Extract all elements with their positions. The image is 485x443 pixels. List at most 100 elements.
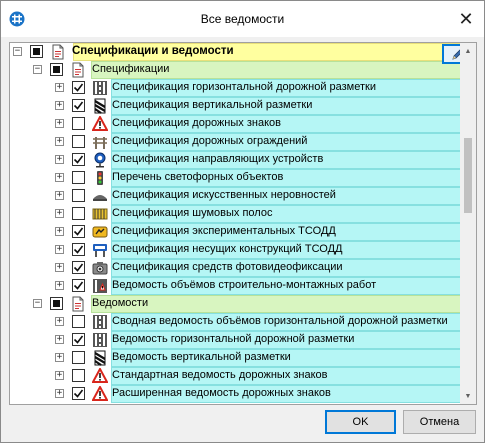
expand-toggle[interactable]: + [55, 281, 64, 290]
tree-node-item[interactable]: + Спецификация дорожных знаков [10, 115, 461, 133]
tree-node-label: Сводная ведомость объёмов горизонтальной… [112, 315, 448, 327]
expand-toggle[interactable]: + [55, 335, 64, 344]
expand-toggle[interactable]: + [55, 119, 64, 128]
item-checkbox[interactable] [72, 99, 85, 112]
warning-sign-icon [92, 386, 108, 401]
tree-node-label: Спецификация несущих конструкций ТСОДД [112, 243, 343, 255]
experimental-tsodd-icon [92, 226, 108, 238]
ok-button[interactable]: OK [325, 410, 396, 434]
vertical-marking-icon [94, 98, 106, 114]
window-title: Все ведомости [200, 12, 285, 26]
tree-node-item[interactable]: + Спецификация средств фотовидеофиксации [10, 259, 461, 277]
tree-node-label: Спецификация дорожных знаков [112, 117, 281, 129]
item-checkbox[interactable] [72, 171, 85, 184]
expand-collapse-toggle[interactable]: − [13, 47, 22, 56]
tree-node-item[interactable]: + Спецификация вертикальной разметки [10, 97, 461, 115]
tree-node-item[interactable]: + Спецификация несущих конструкций ТСОДД [10, 241, 461, 259]
item-checkbox[interactable] [72, 261, 85, 274]
tree-node-group[interactable]: − Ведомости [10, 295, 461, 313]
rumble-strip-icon [92, 208, 108, 220]
tree-node-group[interactable]: − Спецификации [10, 61, 461, 79]
item-checkbox[interactable] [72, 81, 85, 94]
expand-toggle[interactable]: + [55, 209, 64, 218]
item-checkbox[interactable] [72, 117, 85, 130]
root-checkbox[interactable] [30, 45, 43, 58]
expand-toggle[interactable]: + [55, 353, 64, 362]
tree-node-label: Спецификация средств фотовидеофиксации [112, 261, 343, 273]
tree-node-label: Спецификация направляющих устройств [112, 153, 324, 165]
item-checkbox[interactable] [72, 243, 85, 256]
item-checkbox[interactable] [72, 279, 85, 292]
tree-node-label: Перечень светофорных объектов [112, 171, 284, 183]
item-checkbox[interactable] [72, 135, 85, 148]
camera-icon [92, 262, 108, 275]
tree-node-label: Ведомость объёмов строительно-монтажных … [112, 279, 377, 291]
expand-toggle[interactable]: + [55, 371, 64, 380]
tree-node-item[interactable]: + Спецификация горизонтальной дорожной ра… [10, 79, 461, 97]
tree-node-item[interactable]: + Стандартная ведомость дорожных знаков [10, 367, 461, 385]
tree-node-item[interactable]: + Ведомость горизонтальной дорожной разме… [10, 331, 461, 349]
expand-collapse-toggle[interactable]: − [33, 65, 42, 74]
tree-node-label: Спецификация шумовых полос [112, 207, 273, 219]
item-checkbox[interactable] [72, 333, 85, 346]
expand-toggle[interactable]: + [55, 155, 64, 164]
item-checkbox[interactable] [72, 153, 85, 166]
tree-node-item[interactable]: + Расширенная ведомость дорожных знаков [10, 385, 461, 403]
item-checkbox[interactable] [72, 387, 85, 400]
tree-node-label: Спецификация дорожных ограждений [112, 135, 308, 147]
warning-sign-icon [92, 116, 108, 131]
tree-node-root[interactable]: − Спецификации и ведомости [10, 43, 461, 61]
report-tree[interactable]: − Спецификации и ведомости − Спецификации + С… [9, 42, 477, 405]
tree-node-label: Ведомость вертикальной разметки [112, 351, 291, 363]
tree-node-item[interactable]: + Сводная ведомость объёмов горизонтально… [10, 313, 461, 331]
tree-node-item[interactable]: + Перечень светофорных объектов [10, 169, 461, 187]
expand-toggle[interactable]: + [55, 389, 64, 398]
document-icon [72, 296, 84, 312]
document-icon [52, 44, 64, 60]
expand-toggle[interactable]: + [55, 101, 64, 110]
tree-node-item[interactable]: + Спецификация искусственных неровностей [10, 187, 461, 205]
expand-toggle[interactable]: + [55, 245, 64, 254]
item-checkbox[interactable] [72, 225, 85, 238]
item-checkbox[interactable] [72, 369, 85, 382]
scroll-up-icon[interactable]: ▲ [460, 43, 476, 59]
support-structure-icon [93, 244, 107, 257]
expand-collapse-toggle[interactable]: − [33, 299, 42, 308]
tree-node-label: Спецификация горизонтальной дорожной раз… [112, 81, 376, 93]
expand-toggle[interactable]: + [55, 191, 64, 200]
tree-node-label: Спецификации и ведомости [72, 45, 234, 57]
tree-node-label: Расширенная ведомость дорожных знаков [112, 387, 331, 399]
expand-toggle[interactable]: + [55, 317, 64, 326]
tree-node-label: Ведомость горизонтальной дорожной размет… [112, 333, 355, 345]
tree-rows: − Спецификации и ведомости − Спецификации + С… [10, 43, 461, 403]
cancel-button[interactable]: Отмена [403, 410, 476, 434]
scroll-down-icon[interactable]: ▼ [460, 388, 476, 404]
tree-node-item[interactable]: + Ведомость объёмов строительно-монтажных… [10, 277, 461, 295]
group-checkbox[interactable] [50, 63, 63, 76]
item-checkbox[interactable] [72, 207, 85, 220]
horizontal-marking-icon [93, 81, 107, 95]
expand-toggle[interactable]: + [55, 263, 64, 272]
item-checkbox[interactable] [72, 351, 85, 364]
vertical-scrollbar[interactable]: ▲ ▼ [460, 43, 476, 404]
expand-toggle[interactable]: + [55, 83, 64, 92]
tree-node-label: Спецификации [92, 63, 170, 75]
expand-toggle[interactable]: + [55, 137, 64, 146]
tree-node-item[interactable]: + Спецификация шумовых полос [10, 205, 461, 223]
item-checkbox[interactable] [72, 315, 85, 328]
item-checkbox[interactable] [72, 189, 85, 202]
tree-node-item[interactable]: + Спецификация дорожных ограждений [10, 133, 461, 151]
tree-node-label: Стандартная ведомость дорожных знаков [112, 369, 328, 381]
tree-node-item[interactable]: + Спецификация экспериментальных ТСОДД [10, 223, 461, 241]
tree-node-label: Спецификация вертикальной разметки [112, 99, 313, 111]
group-checkbox[interactable] [50, 297, 63, 310]
expand-toggle[interactable]: + [55, 227, 64, 236]
tree-node-item[interactable]: + Ведомость вертикальной разметки [10, 349, 461, 367]
close-icon: ✕ [458, 8, 474, 29]
expand-toggle[interactable]: + [55, 173, 64, 182]
barrier-icon [93, 137, 107, 149]
close-button[interactable]: ✕ [448, 1, 484, 37]
scrollbar-thumb[interactable] [464, 138, 472, 213]
title-bar: Все ведомости ✕ [1, 1, 484, 37]
tree-node-item[interactable]: + Спецификация направляющих устройств [10, 151, 461, 169]
